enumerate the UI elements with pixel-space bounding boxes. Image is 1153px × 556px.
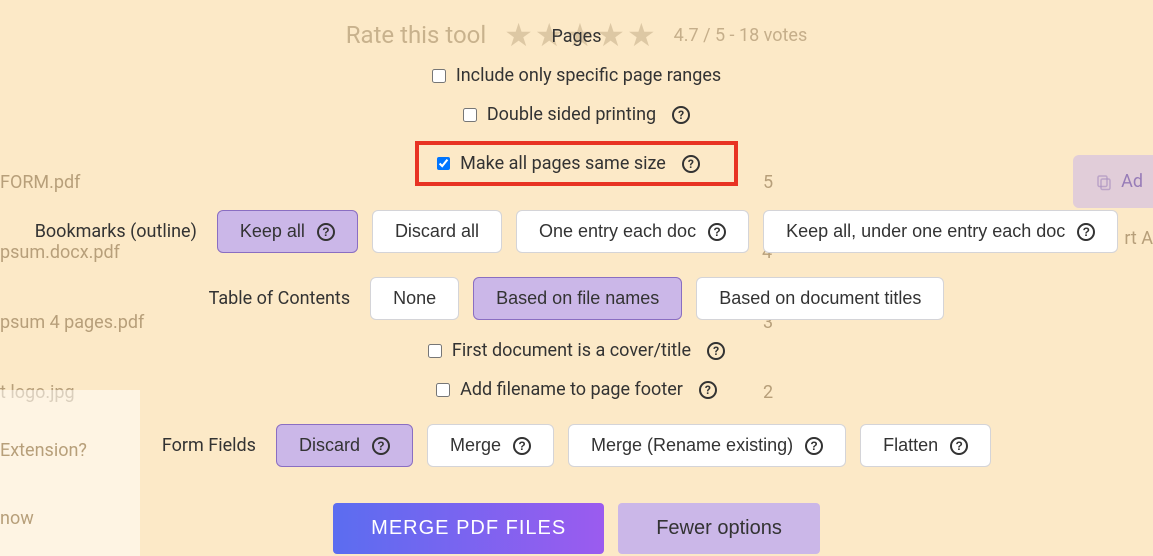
bookmarks-discard-all[interactable]: Discard all [372, 210, 502, 253]
form-merge[interactable]: Merge ? [427, 424, 554, 467]
form-fields-label: Form Fields [162, 435, 256, 456]
help-icon[interactable]: ? [707, 342, 725, 360]
opt-label: Merge [450, 435, 501, 456]
opt-label: Keep all, under one entry each doc [786, 221, 1065, 242]
toc-titles[interactable]: Based on document titles [696, 277, 944, 320]
bookmarks-label: Bookmarks (outline) [35, 221, 197, 242]
footer-option[interactable]: Add filename to page footer ? [436, 379, 717, 400]
opt-label: Based on file names [496, 288, 659, 309]
page-ranges-checkbox[interactable] [432, 69, 446, 83]
opt-label: Based on document titles [719, 288, 921, 309]
form-flatten[interactable]: Flatten ? [860, 424, 991, 467]
help-icon[interactable]: ? [513, 437, 531, 455]
help-icon[interactable]: ? [372, 437, 390, 455]
help-icon[interactable]: ? [1077, 223, 1095, 241]
toc-label: Table of Contents [209, 288, 351, 309]
double-sided-label: Double sided printing [487, 104, 656, 125]
page-ranges-label: Include only specific page ranges [456, 65, 721, 86]
form-discard[interactable]: Discard ? [276, 424, 413, 467]
help-icon[interactable]: ? [805, 437, 823, 455]
cover-label: First document is a cover/title [452, 340, 691, 361]
double-sided-checkbox[interactable] [463, 108, 477, 122]
page-ranges-option[interactable]: Include only specific page ranges [432, 65, 721, 86]
cover-checkbox[interactable] [428, 344, 442, 358]
form-rename[interactable]: Merge (Rename existing) ? [568, 424, 846, 467]
toc-row: Table of Contents None Based on file nam… [209, 277, 945, 320]
bookmarks-keep-all[interactable]: Keep all ? [217, 210, 358, 253]
footer-label: Add filename to page footer [460, 379, 683, 400]
opt-label: Discard all [395, 221, 479, 242]
same-size-highlight: Make all pages same size ? [415, 141, 738, 186]
opt-label: Discard [299, 435, 360, 456]
double-sided-option[interactable]: Double sided printing ? [463, 104, 690, 125]
bookmarks-row: Bookmarks (outline) Keep all ? Discard a… [35, 210, 1119, 253]
form-fields-row: Form Fields Discard ? Merge ? Merge (Ren… [162, 424, 991, 467]
toc-suboptions: First document is a cover/title ? Add fi… [428, 340, 725, 400]
same-size-label: Make all pages same size [460, 153, 666, 174]
opt-label: Merge (Rename existing) [591, 435, 793, 456]
footer-checkbox[interactable] [436, 383, 450, 397]
merge-button[interactable]: MERGE PDF FILES [333, 503, 604, 554]
action-row: MERGE PDF FILES Fewer options [333, 503, 820, 554]
opt-label: Keep all [240, 221, 305, 242]
help-icon[interactable]: ? [672, 106, 690, 124]
help-icon[interactable]: ? [699, 381, 717, 399]
help-icon[interactable]: ? [708, 223, 726, 241]
options-panel: Pages Include only specific page ranges … [0, 0, 1153, 556]
same-size-checkbox[interactable] [437, 157, 450, 170]
toc-none[interactable]: None [370, 277, 459, 320]
pages-heading: Pages [552, 26, 602, 47]
help-icon[interactable]: ? [317, 223, 335, 241]
fewer-options-button[interactable]: Fewer options [618, 503, 820, 554]
opt-label: Flatten [883, 435, 938, 456]
help-icon[interactable]: ? [950, 437, 968, 455]
help-icon[interactable]: ? [682, 155, 700, 173]
bookmarks-one-each[interactable]: One entry each doc ? [516, 210, 749, 253]
opt-label: One entry each doc [539, 221, 696, 242]
bookmarks-keep-under[interactable]: Keep all, under one entry each doc ? [763, 210, 1118, 253]
cover-option[interactable]: First document is a cover/title ? [428, 340, 725, 361]
toc-filenames[interactable]: Based on file names [473, 277, 682, 320]
opt-label: None [393, 288, 436, 309]
